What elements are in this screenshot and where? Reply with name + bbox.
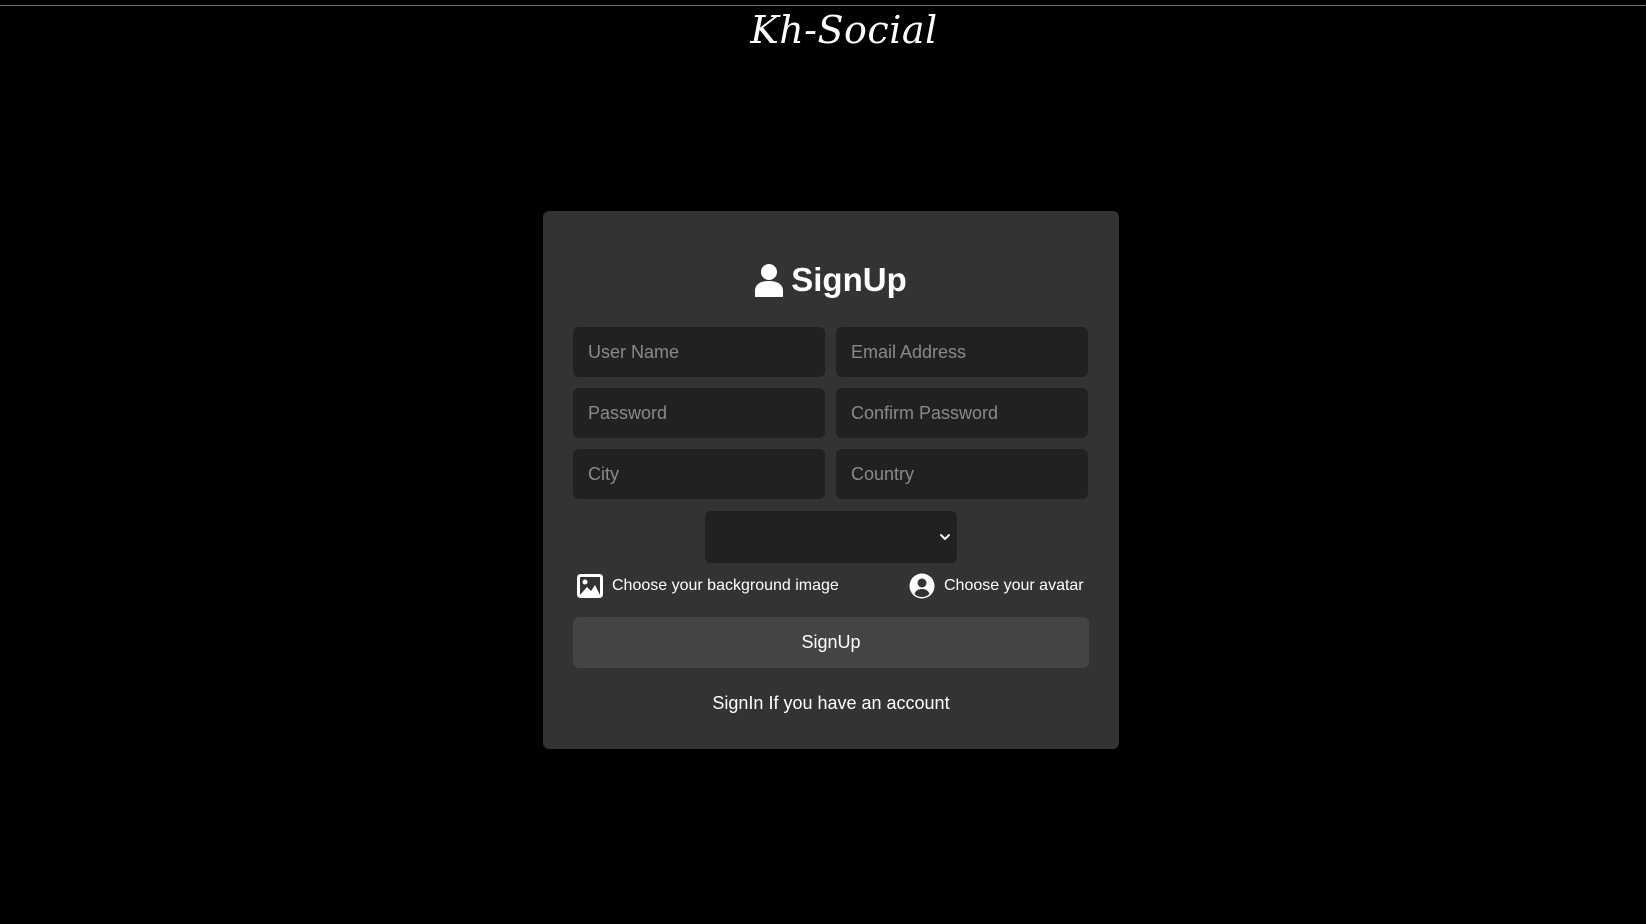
email-input[interactable] xyxy=(836,327,1088,377)
user-circle-icon xyxy=(909,573,935,599)
background-image-upload[interactable]: Choose your background image xyxy=(577,571,839,601)
password-input[interactable] xyxy=(573,388,825,438)
signin-link[interactable]: SignIn If you have an account xyxy=(543,693,1119,714)
image-icon xyxy=(577,574,603,598)
confirm-password-input[interactable] xyxy=(836,388,1088,438)
signup-button[interactable]: SignUp xyxy=(573,617,1089,668)
user-icon xyxy=(755,263,784,297)
background-upload-label: Choose your background image xyxy=(612,577,839,594)
avatar-upload[interactable]: Choose your avatar xyxy=(909,571,1084,601)
country-input[interactable] xyxy=(836,449,1088,499)
form-title: SignUp xyxy=(543,257,1119,303)
form-title-text: SignUp xyxy=(791,261,907,298)
brand-logo: Kh-Social xyxy=(750,8,938,52)
avatar-upload-label: Choose your avatar xyxy=(944,577,1084,594)
signup-card: SignUp Choose your background image xyxy=(543,211,1119,749)
city-input[interactable] xyxy=(573,449,825,499)
username-input[interactable] xyxy=(573,327,825,377)
option-select[interactable] xyxy=(705,511,957,563)
chevron-down-icon xyxy=(937,529,953,550)
